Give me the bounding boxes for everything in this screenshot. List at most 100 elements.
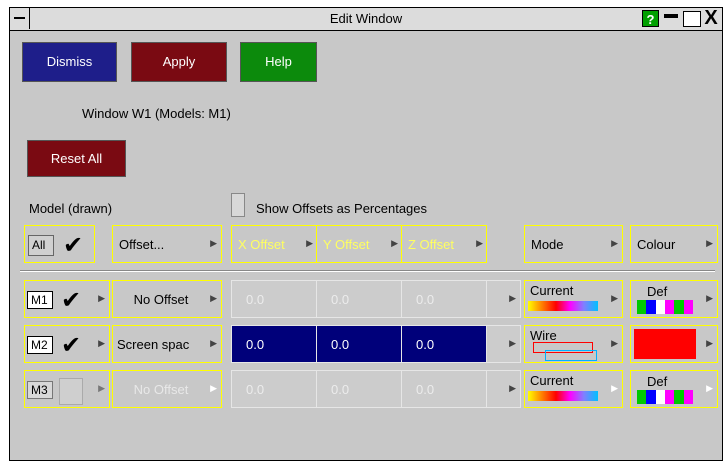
- y-offset-label: Y Offset: [323, 236, 370, 252]
- z-offset-field[interactable]: 0.0: [401, 280, 487, 318]
- system-menu-icon[interactable]: [10, 8, 30, 29]
- mode-menu-label: Mode: [531, 236, 564, 252]
- show-offsets-toggle[interactable]: [231, 193, 245, 217]
- reset-all-button[interactable]: Reset All: [27, 140, 126, 177]
- header-divider: [20, 270, 715, 272]
- window-title: Edit Window: [329, 11, 403, 26]
- show-offsets-label: Show Offsets as Percentages: [256, 201, 428, 216]
- menu-arrow-icon: ▶: [210, 338, 217, 348]
- offset-value: No Offset: [133, 291, 189, 307]
- mode-value: Current: [530, 283, 574, 298]
- y-offset-menu[interactable]: Y Offset ▶: [316, 225, 402, 263]
- edit-window: Edit Window ? X Dismiss Apply Help Windo…: [9, 7, 723, 461]
- menu-arrow-icon: ▶: [706, 338, 713, 348]
- contour-colormap-swatch: [528, 391, 598, 401]
- model-row-m1: M1 ▶: [24, 280, 110, 318]
- offset-select[interactable]: No Offset ▶: [112, 370, 222, 408]
- menu-arrow-icon[interactable]: ▶: [98, 338, 105, 349]
- offset-arrow-button[interactable]: ▶: [486, 280, 521, 318]
- default-colour-swatch: [637, 390, 693, 404]
- model-drawn-label: Model (drawn): [29, 201, 113, 216]
- maximize-icon[interactable]: [683, 11, 701, 27]
- contour-colormap-swatch: [528, 301, 598, 311]
- model-visible-checkbox[interactable]: [59, 378, 83, 405]
- close-icon[interactable]: X: [701, 8, 721, 28]
- menu-arrow-icon: ▶: [611, 293, 618, 303]
- colour-value: Def: [647, 284, 668, 299]
- x-offset-field[interactable]: 0.0: [231, 370, 317, 408]
- menu-arrow-icon: ▶: [509, 338, 516, 348]
- x-offset-value: 0.0: [246, 381, 265, 397]
- menu-arrow-icon: ▶: [210, 383, 217, 393]
- offset-menu[interactable]: Offset... ▶: [112, 225, 222, 263]
- mode-menu[interactable]: Mode ▶: [524, 225, 623, 263]
- model-tag[interactable]: M2: [27, 336, 53, 354]
- menu-arrow-icon: ▶: [509, 293, 516, 303]
- z-offset-value: 0.0: [416, 291, 435, 307]
- menu-arrow-icon: ▶: [210, 293, 217, 303]
- model-tag[interactable]: M1: [27, 291, 53, 309]
- dismiss-button[interactable]: Dismiss: [22, 42, 117, 82]
- z-offset-label: Z Offset: [408, 236, 454, 252]
- all-checkbox[interactable]: [61, 231, 87, 260]
- menu-arrow-icon: ▶: [476, 238, 483, 248]
- y-offset-value: 0.0: [331, 381, 350, 397]
- menu-arrow-icon: ▶: [611, 238, 618, 248]
- offset-value: Screen spac: [117, 336, 190, 352]
- apply-button[interactable]: Apply: [131, 42, 227, 82]
- x-offset-field[interactable]: 0.0: [231, 325, 317, 363]
- y-offset-field[interactable]: 0.0: [316, 325, 402, 363]
- z-offset-value: 0.0: [416, 336, 435, 352]
- z-offset-field[interactable]: 0.0: [401, 325, 487, 363]
- menu-arrow-icon: ▶: [210, 238, 217, 248]
- model-row-m2: M2 ▶: [24, 325, 110, 363]
- mode-select[interactable]: Current ▶: [524, 280, 623, 318]
- model-visible-checkbox[interactable]: [59, 331, 85, 360]
- colour-menu[interactable]: Colour ▶: [630, 225, 718, 263]
- menu-arrow-icon: ▶: [706, 293, 713, 303]
- colour-select[interactable]: ▶: [630, 325, 718, 363]
- x-offset-value: 0.0: [246, 291, 265, 307]
- x-offset-field[interactable]: 0.0: [231, 280, 317, 318]
- mode-select[interactable]: Current ▶: [524, 370, 623, 408]
- menu-arrow-icon: ▶: [509, 383, 516, 393]
- menu-arrow-icon: ▶: [706, 383, 713, 393]
- z-offset-value: 0.0: [416, 381, 435, 397]
- offset-select[interactable]: Screen spac ▶: [112, 325, 222, 363]
- y-offset-value: 0.0: [331, 336, 350, 352]
- z-offset-field[interactable]: 0.0: [401, 370, 487, 408]
- x-offset-label: X Offset: [238, 236, 285, 252]
- y-offset-field[interactable]: 0.0: [316, 280, 402, 318]
- model-tag[interactable]: M3: [27, 381, 53, 399]
- all-models-header: All: [24, 225, 95, 263]
- colour-select[interactable]: Def ▶: [630, 370, 718, 408]
- offset-select[interactable]: No Offset ▶: [112, 280, 222, 318]
- offset-arrow-button[interactable]: ▶: [486, 370, 521, 408]
- wireframe-swatch-inner: [545, 350, 597, 361]
- title-bar: Edit Window ? X: [10, 8, 722, 31]
- offset-value: No Offset: [133, 381, 189, 397]
- help-button[interactable]: Help: [240, 42, 317, 82]
- default-colour-swatch: [637, 300, 693, 314]
- model-row-m3: M3 ▶: [24, 370, 110, 408]
- z-offset-menu[interactable]: Z Offset ▶: [401, 225, 487, 263]
- colour-value: Def: [647, 374, 668, 389]
- minimize-icon[interactable]: [661, 10, 681, 27]
- menu-arrow-icon: ▶: [706, 238, 713, 248]
- offset-menu-label: Offset...: [119, 236, 165, 252]
- y-offset-field[interactable]: 0.0: [316, 370, 402, 408]
- offset-arrow-button[interactable]: ▶: [486, 325, 521, 363]
- x-offset-value: 0.0: [246, 336, 265, 352]
- context-help-button[interactable]: ?: [642, 10, 659, 27]
- x-offset-menu[interactable]: X Offset ▶: [231, 225, 317, 263]
- menu-arrow-icon[interactable]: ▶: [98, 293, 105, 304]
- all-button[interactable]: All: [28, 235, 54, 256]
- colour-menu-label: Colour: [637, 236, 676, 252]
- colour-select[interactable]: Def ▶: [630, 280, 718, 318]
- window-info-label: Window W1 (Models: M1): [82, 106, 231, 121]
- model-visible-checkbox[interactable]: [59, 286, 85, 315]
- menu-arrow-icon: ▶: [306, 238, 313, 248]
- menu-arrow-icon[interactable]: ▶: [98, 383, 105, 394]
- mode-select[interactable]: Wire ▶: [524, 325, 623, 363]
- y-offset-value: 0.0: [331, 291, 350, 307]
